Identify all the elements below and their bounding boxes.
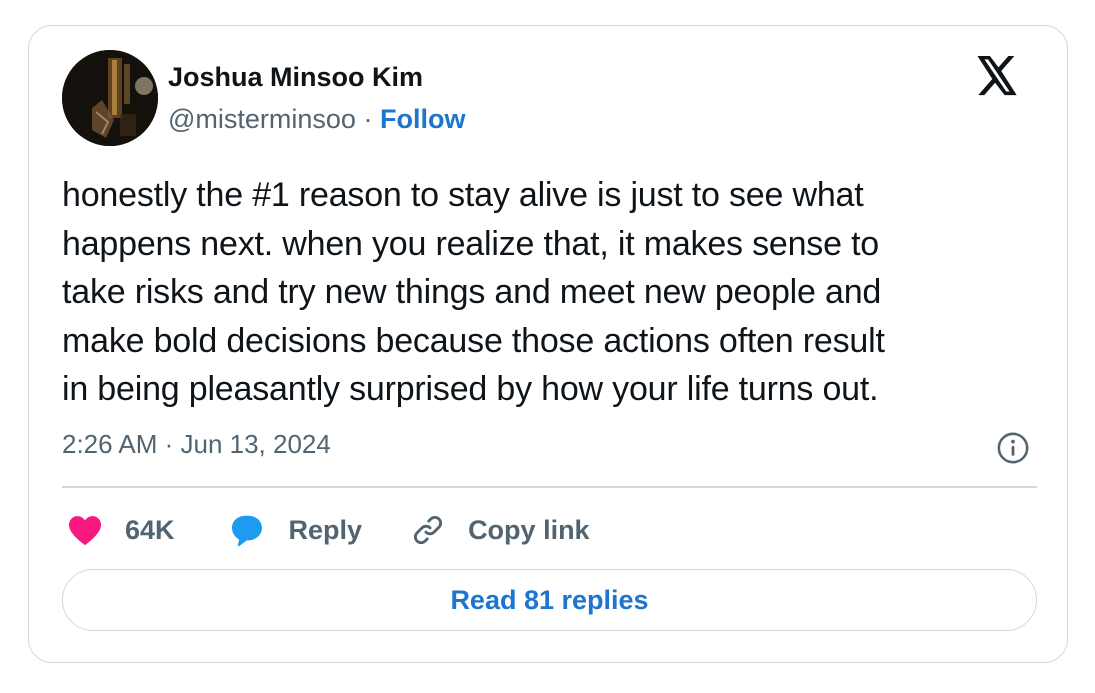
tweet-text: honestly the #1 reason to stay alive is … [62,171,1047,414]
tweet-card: Joshua Minsoo Kim @misterminsoo · Follow… [28,25,1068,663]
tweet-text-line: honestly the #1 reason to stay alive is … [62,176,864,214]
author-name[interactable]: Joshua Minsoo Kim [168,62,423,93]
read-replies-label: Read 81 replies [450,584,649,615]
like-count: 64K [125,514,175,545]
tweet-timestamp[interactable]: 2:26 AM · Jun 13, 2024 [62,429,331,460]
like-button[interactable]: 64K [67,514,175,546]
tweet-text-line: take risks and try new things and meet n… [62,273,882,311]
reply-button[interactable]: Reply [229,512,363,548]
author-handle-row: @misterminsoo · Follow [168,104,465,135]
avatar-image [62,50,158,146]
tweet-text-line: make bold decisions because those action… [62,321,885,360]
heart-icon [69,516,101,545]
info-icon[interactable] [996,431,1030,465]
copy-link-button[interactable]: Copy link [410,512,590,548]
author-handle[interactable]: @misterminsoo [168,104,356,134]
link-icon [414,516,443,544]
avatar[interactable] [62,50,158,146]
tweet-text-line: in being pleasantly surprised by how you… [62,370,879,408]
tweet-text-line: happens next. when you realize that, it … [62,224,880,263]
action-bar: 64K Reply Copy link [67,506,590,554]
read-replies-button[interactable]: Read 81 replies [62,569,1037,631]
follow-button[interactable]: Follow [380,104,465,134]
reply-label: Reply [288,514,363,545]
handle-separator: · [363,104,373,134]
speech-bubble-icon [231,515,262,547]
x-logo-icon[interactable] [975,56,1019,96]
copy-link-label: Copy link [468,514,590,545]
divider [62,486,1037,488]
